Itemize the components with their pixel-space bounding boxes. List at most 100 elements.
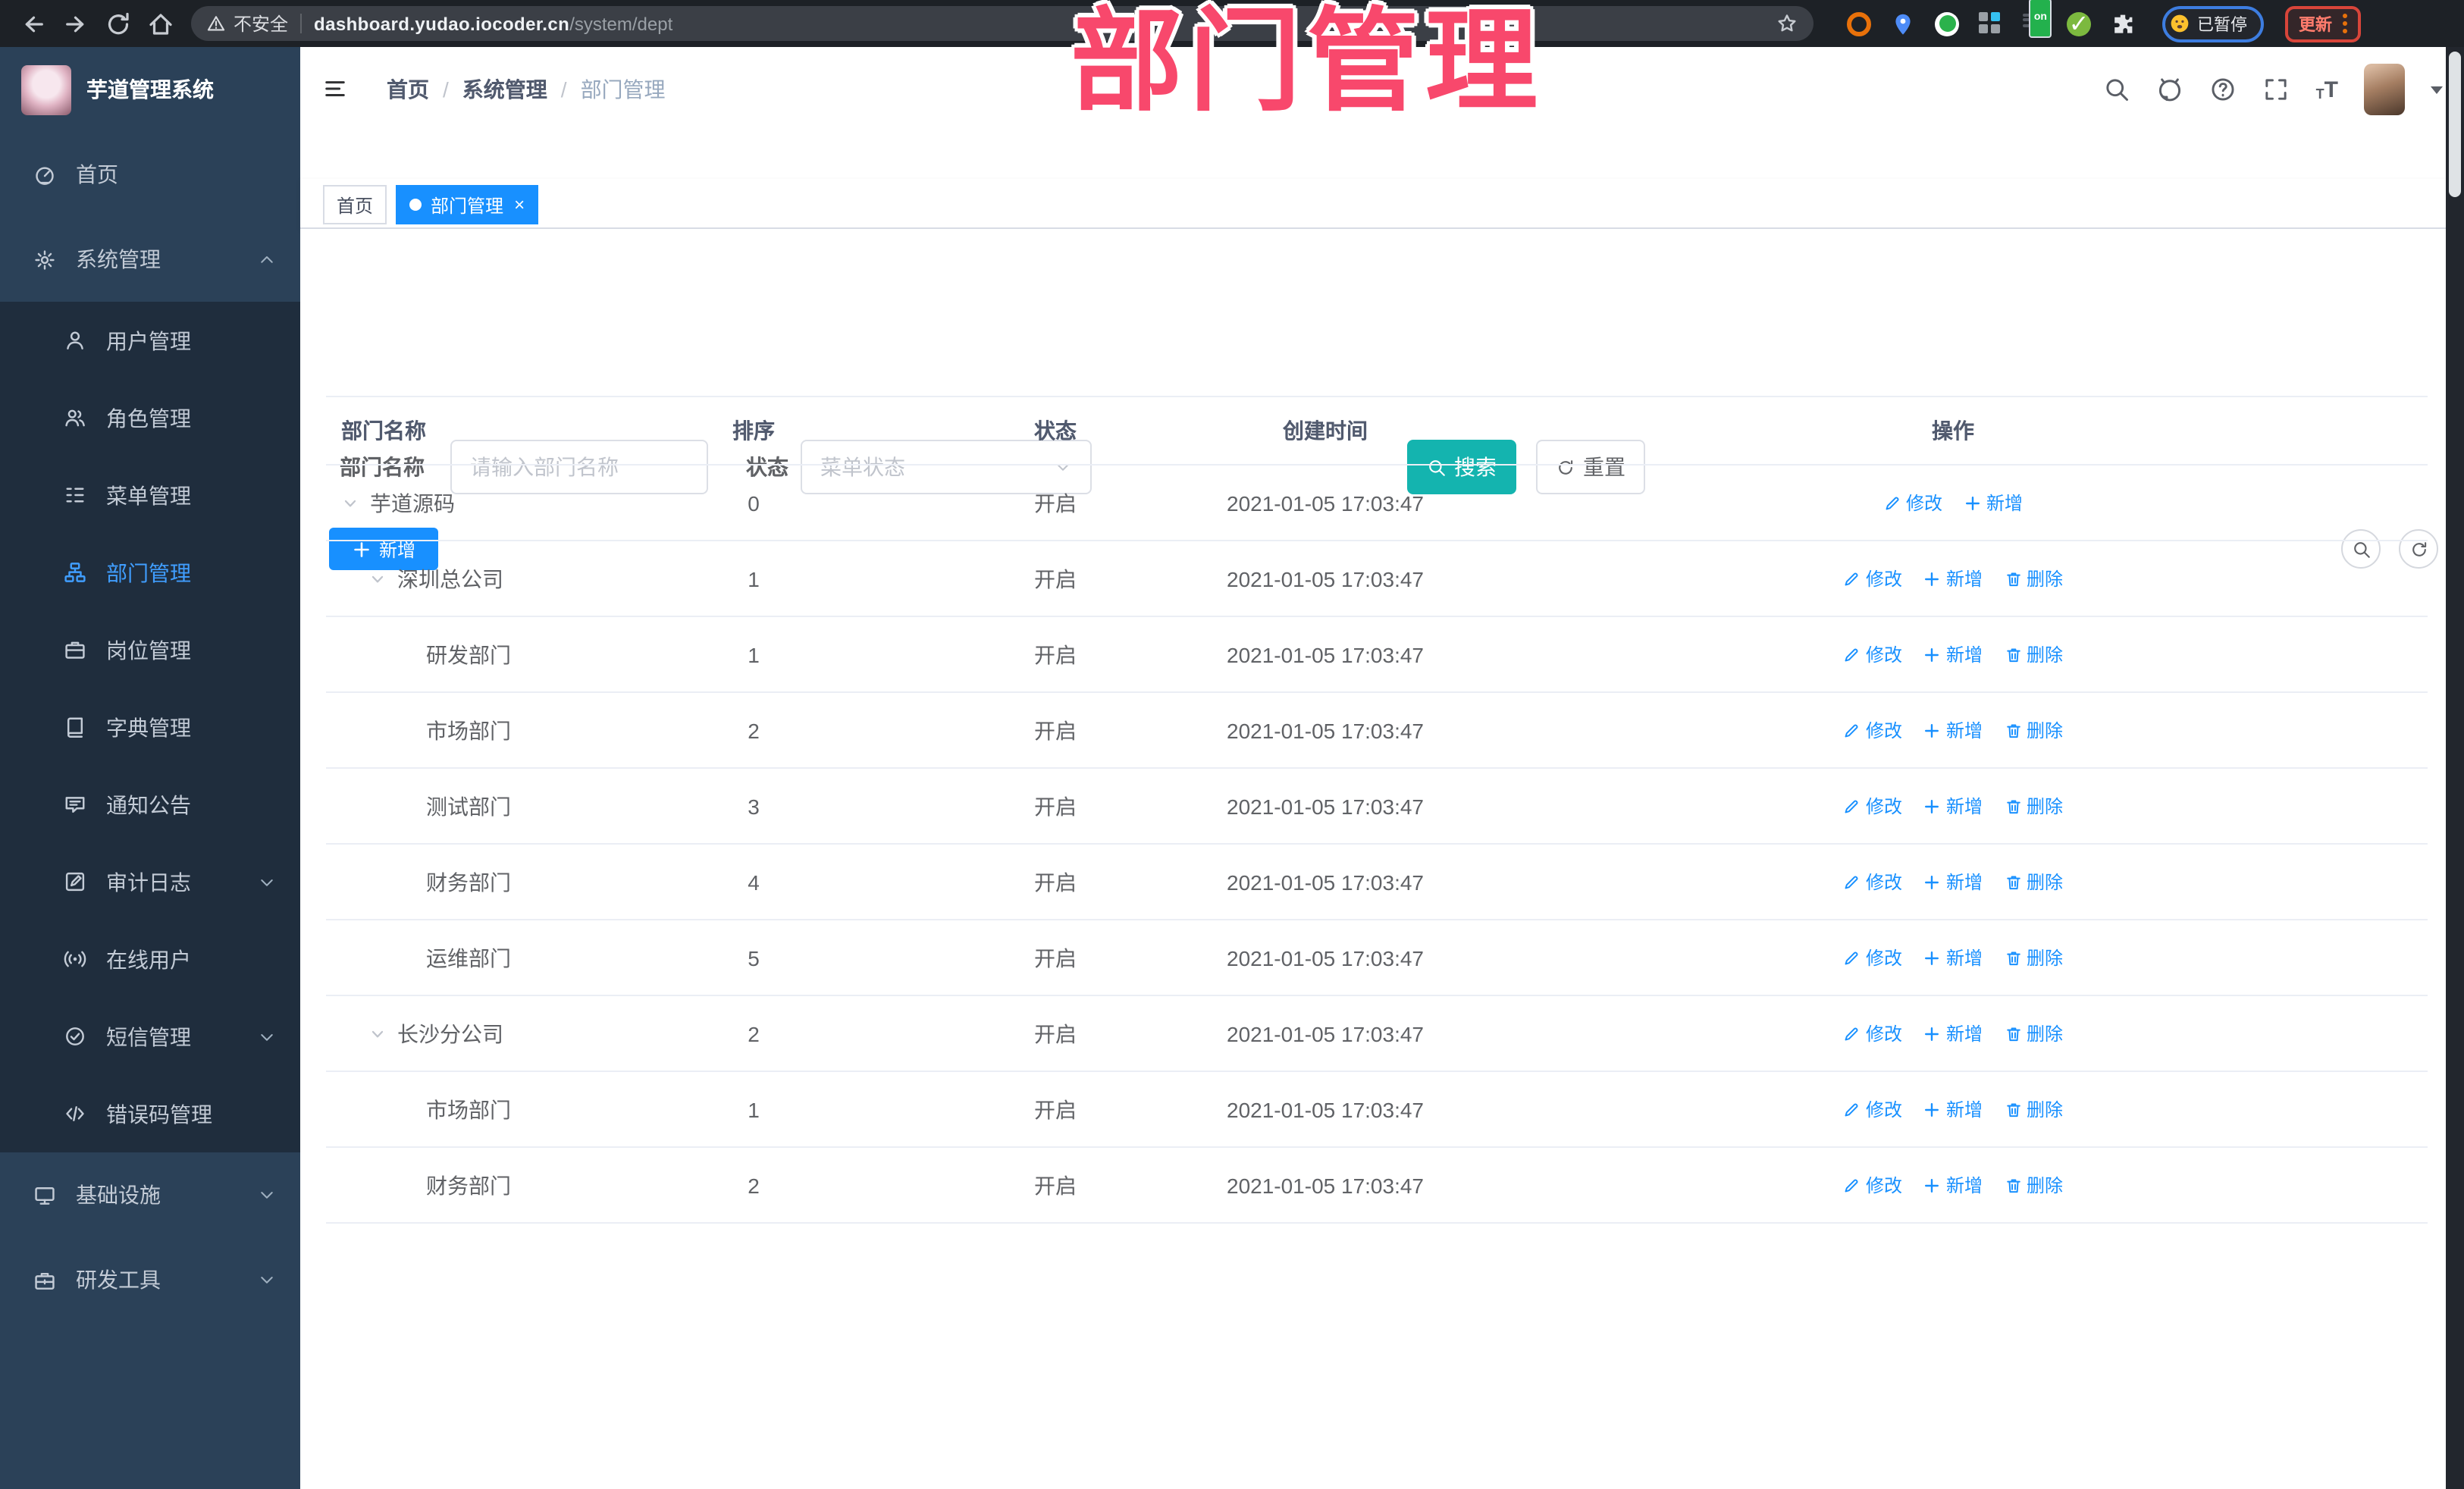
status-cell: 开启 — [1034, 1097, 1077, 1121]
sidebar-item-errcode[interactable]: 错误码管理 — [0, 1075, 300, 1152]
scrollbar-thumb[interactable] — [2449, 52, 2461, 197]
delete-link[interactable]: 删除 — [2004, 1172, 2063, 1198]
sidebar-toggle-icon[interactable] — [323, 77, 347, 100]
dept-name-cell: 市场部门 — [341, 1072, 511, 1146]
dept-name-text: 财务部门 — [426, 870, 511, 894]
emoji-face-icon — [2171, 14, 2189, 33]
create-time-cell: 2021-01-05 17:03:47 — [1227, 491, 1424, 515]
sidebar-item-tools[interactable]: 研发工具 — [0, 1237, 300, 1322]
add-link[interactable]: 新增 — [1923, 717, 1983, 743]
add-link[interactable]: 新增 — [1964, 490, 2023, 516]
fullscreen-icon[interactable] — [2263, 76, 2290, 103]
extension-leaf-icon[interactable]: ✓ — [2067, 11, 2091, 37]
expand-caret-icon[interactable] — [368, 569, 387, 588]
sidebar-logo-row[interactable]: 芋道管理系统 — [0, 47, 300, 132]
dept-name-text: 芋道源码 — [370, 491, 455, 515]
extension-on-badge-icon[interactable]: on — [2023, 0, 2052, 37]
font-size-icon[interactable]: TT — [2316, 78, 2338, 101]
sidebar-item-post[interactable]: 岗位管理 — [0, 611, 300, 688]
sidebar-item-user[interactable]: 用户管理 — [0, 302, 300, 379]
sidebar-item-home[interactable]: 首页 — [0, 132, 300, 217]
extension-orange-icon[interactable] — [1847, 11, 1871, 36]
actions-cell: 修改 新增 删除 — [1710, 693, 2196, 767]
logo-image — [21, 64, 71, 114]
table-row: 财务部门 4 开启 2021-01-05 17:03:47 修改 新增 删除 — [326, 845, 2428, 920]
browser-menu-icon[interactable] — [2343, 14, 2347, 33]
add-icon — [1964, 494, 1982, 512]
delete-link[interactable]: 删除 — [2004, 717, 2063, 743]
avatar-caret-icon[interactable] — [2431, 86, 2443, 93]
extension-green-icon[interactable] — [1935, 11, 1959, 36]
edit-link[interactable]: 修改 — [1843, 566, 1902, 591]
delete-link[interactable]: 删除 — [2004, 641, 2063, 667]
add-link[interactable]: 新增 — [1923, 869, 1983, 895]
browser-forward-icon[interactable] — [61, 8, 91, 39]
page-scrollbar[interactable] — [2446, 47, 2464, 1489]
breadcrumb-home[interactable]: 首页 — [387, 74, 429, 105]
edit-link[interactable]: 修改 — [1843, 1172, 1902, 1198]
dept-name-cell: 芋道源码 — [341, 466, 455, 540]
add-link[interactable]: 新增 — [1923, 945, 1983, 970]
delete-icon — [2004, 721, 2022, 739]
sidebar-item-role[interactable]: 角色管理 — [0, 379, 300, 456]
add-link[interactable]: 新增 — [1923, 1172, 1983, 1198]
sort-cell: 5 — [748, 945, 760, 970]
sidebar-item-infra[interactable]: 基础设施 — [0, 1152, 300, 1237]
tag-close-icon[interactable]: × — [514, 196, 525, 214]
delete-link[interactable]: 删除 — [2004, 869, 2063, 895]
user-avatar[interactable] — [2364, 64, 2405, 115]
extension-grid-icon[interactable] — [1979, 11, 2003, 36]
bookmark-star-icon[interactable] — [1776, 12, 1798, 35]
delete-link[interactable]: 删除 — [2004, 1096, 2063, 1122]
edit-link[interactable]: 修改 — [1883, 490, 1942, 516]
github-icon[interactable] — [2157, 76, 2184, 103]
extension-pin-icon[interactable] — [1891, 11, 1915, 36]
browser-back-icon[interactable] — [18, 8, 49, 39]
sidebar-item-audit[interactable]: 审计日志 — [0, 843, 300, 920]
add-link[interactable]: 新增 — [1923, 793, 1983, 819]
edit-link[interactable]: 修改 — [1843, 717, 1902, 743]
browser-reload-icon[interactable] — [103, 8, 133, 39]
paused-extension-pill[interactable]: 已暂停 — [2162, 5, 2264, 42]
add-link[interactable]: 新增 — [1923, 641, 1983, 667]
add-link[interactable]: 新增 — [1923, 1096, 1983, 1122]
browser-home-icon[interactable] — [146, 8, 176, 39]
navbar-actions: TT — [2104, 47, 2443, 132]
address-bar[interactable]: 不安全 dashboard.yudao.iocoder.cn /system/d… — [191, 6, 1814, 41]
expand-caret-icon[interactable] — [368, 1024, 387, 1042]
edit-link[interactable]: 修改 — [1843, 641, 1902, 667]
breadcrumb-system[interactable]: 系统管理 — [462, 74, 547, 105]
tag-home[interactable]: 首页 — [323, 185, 387, 224]
edit-link[interactable]: 修改 — [1843, 869, 1902, 895]
browser-update-button[interactable]: 更新 — [2285, 5, 2361, 42]
edit-link[interactable]: 修改 — [1843, 945, 1902, 970]
add-link[interactable]: 新增 — [1923, 1020, 1983, 1046]
sort-cell: 4 — [748, 870, 760, 894]
header-search-icon[interactable] — [2104, 76, 2131, 103]
sidebar-item-notice[interactable]: 通知公告 — [0, 766, 300, 843]
sidebar-item-menu[interactable]: 菜单管理 — [0, 456, 300, 534]
delete-link[interactable]: 删除 — [2004, 945, 2063, 970]
help-icon[interactable] — [2210, 76, 2237, 103]
delete-link[interactable]: 删除 — [2004, 793, 2063, 819]
sms-icon — [64, 1025, 86, 1048]
tag-dept-active[interactable]: 部门管理 × — [396, 185, 539, 224]
edit-link[interactable]: 修改 — [1843, 793, 1902, 819]
delete-link[interactable]: 删除 — [2004, 1020, 2063, 1046]
sidebar-item-label: 系统管理 — [76, 247, 161, 271]
edit-link[interactable]: 修改 — [1843, 1096, 1902, 1122]
add-icon — [1923, 1176, 1942, 1194]
edit-link[interactable]: 修改 — [1843, 1020, 1902, 1046]
edit-icon — [1843, 873, 1861, 891]
add-link[interactable]: 新增 — [1923, 566, 1983, 591]
sidebar-item-dict[interactable]: 字典管理 — [0, 688, 300, 766]
sidebar-item-dept[interactable]: 部门管理 — [0, 534, 300, 611]
delete-link[interactable]: 删除 — [2004, 566, 2063, 591]
chevron-down-icon — [258, 1186, 276, 1204]
expand-caret-icon[interactable] — [341, 494, 359, 512]
sidebar-item-sms[interactable]: 短信管理 — [0, 998, 300, 1075]
sidebar-item-system[interactable]: 系统管理 — [0, 217, 300, 302]
table-row: 财务部门 2 开启 2021-01-05 17:03:47 修改 新增 删除 — [326, 1148, 2428, 1224]
extensions-puzzle-icon[interactable] — [2111, 11, 2135, 36]
sidebar-item-online[interactable]: 在线用户 — [0, 920, 300, 998]
